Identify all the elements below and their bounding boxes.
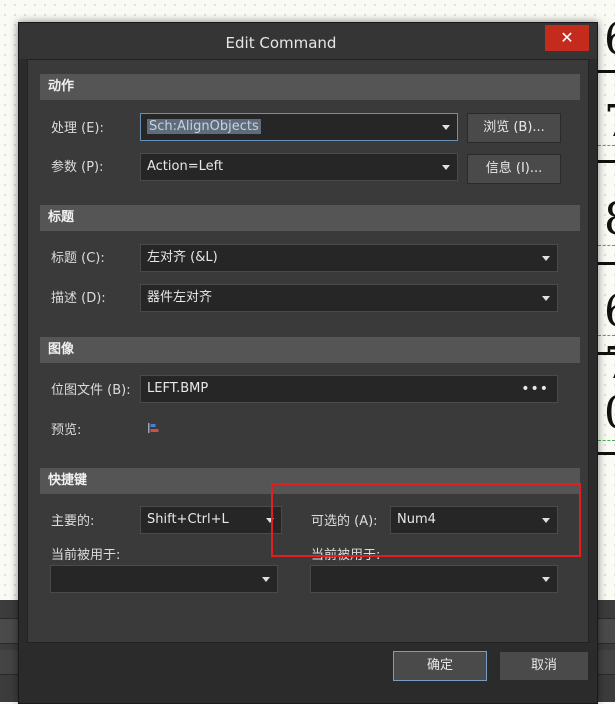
dialog-title: Edit Command [225,34,337,52]
caption-desc-combo[interactable]: 器件左对齐 [140,284,558,312]
primary-used-by-combo[interactable] [50,565,278,593]
section-header-caption: 标题 [40,205,580,231]
preview-label: 预览: [51,423,82,438]
primary-shortcut-combo[interactable]: Shift+Ctrl+L [140,506,282,534]
chevron-down-icon[interactable] [542,296,550,301]
caption-desc-label: 描述 (D): [51,291,106,306]
caption-desc-value: 器件左对齐 [147,290,213,305]
primary-shortcut-label: 主要的: [51,514,95,529]
caption-title-label: 标题 (C): [51,251,105,266]
caption-title-combo[interactable]: 左对齐 (&L) [140,244,558,272]
chevron-down-icon[interactable] [542,577,550,582]
schematic-pin [598,262,615,265]
info-button[interactable]: 信息 (I)... [467,154,561,184]
schematic-pin [598,70,615,73]
schematic-pin [598,160,615,163]
schematic-pin-number: 7 [604,100,615,144]
schematic-wire [598,245,615,246]
params-value: Action=Left [147,159,224,174]
section-header-action: 动作 [40,74,580,100]
process-label: 处理 (E): [51,121,104,136]
edit-command-dialog: Edit Command ✕ 动作 处理 (E): Sch:AlignObjec… [18,22,598,704]
primary-used-by-label: 当前被用于: [51,548,121,563]
schematic-wire [598,440,615,441]
schematic-pin [598,452,615,455]
chevron-down-icon[interactable] [542,256,550,261]
bitmap-value: LEFT.BMP [147,381,209,396]
schematic-pin-number: 8 [604,198,615,242]
caption-title-value: 左对齐 (&L) [147,250,218,265]
optional-used-by-combo[interactable] [310,565,558,593]
more-icon[interactable]: ••• [521,376,549,402]
schematic-pin-number: 6 [604,18,615,62]
cancel-button[interactable]: 取消 [499,651,589,681]
annotation-highlight-box [271,483,581,557]
close-button[interactable]: ✕ [545,25,589,51]
schematic-pin-number: 7 [604,342,615,386]
params-combo[interactable]: Action=Left [140,153,458,181]
bitmap-file-input[interactable]: LEFT.BMP ••• [140,375,558,403]
ok-button[interactable]: 确定 [393,651,487,681]
process-combo[interactable]: Sch:AlignObjects [140,113,458,141]
process-value: Sch:AlignObjects [147,119,261,134]
chevron-down-icon[interactable] [442,125,450,130]
chevron-down-icon[interactable] [442,165,450,170]
dialog-titlebar[interactable]: Edit Command ✕ [19,23,597,59]
schematic-pin-number: 6 [604,290,615,334]
close-icon: ✕ [560,28,574,47]
params-label: 参数 (P): [51,160,104,175]
primary-shortcut-value: Shift+Ctrl+L [147,512,229,527]
schematic-pin-number: 0 [604,392,615,436]
section-header-image: 图像 [40,337,580,363]
align-left-icon [148,423,159,433]
browse-button[interactable]: 浏览 (B)... [467,113,561,143]
bitmap-label: 位图文件 (B): [51,383,131,398]
chevron-down-icon[interactable] [262,577,270,582]
